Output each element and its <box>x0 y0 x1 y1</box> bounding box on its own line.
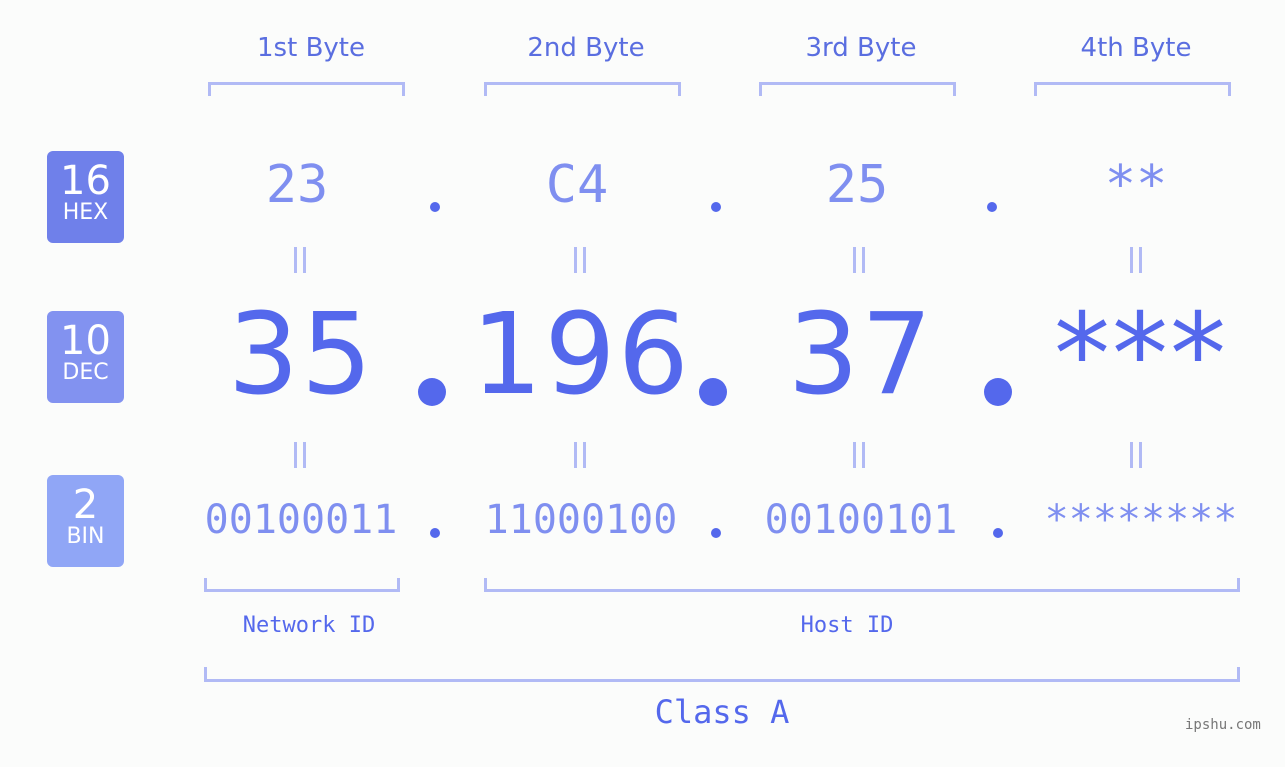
byte-bracket-1 <box>208 82 405 96</box>
equals-hex-dec-4 <box>1106 246 1166 281</box>
hex-badge: 16 HEX <box>47 151 124 243</box>
host-id-bracket <box>484 578 1240 592</box>
byte-header-3: 3rd Byte <box>805 33 917 63</box>
bin-byte-1: 00100011 <box>204 497 398 543</box>
dec-dot-3 <box>984 378 1012 406</box>
equals-dec-bin-1 <box>270 441 330 476</box>
dec-dot-2 <box>699 378 727 406</box>
equals-dec-bin-4 <box>1106 441 1166 476</box>
dec-byte-3: 37 <box>787 290 935 420</box>
bin-badge: 2 BIN <box>47 475 124 567</box>
watermark: ipshu.com <box>1185 717 1261 733</box>
bin-dot-2 <box>711 528 721 538</box>
class-bracket <box>204 667 1240 682</box>
hex-byte-4: ** <box>1104 155 1168 215</box>
hex-dot-3 <box>987 202 997 212</box>
bin-byte-2: 11000100 <box>484 497 678 543</box>
dec-badge-unit: DEC <box>62 360 109 385</box>
dec-byte-1: 35 <box>227 290 375 420</box>
dec-byte-4: *** <box>1054 290 1228 420</box>
host-id-label: Host ID <box>800 613 894 638</box>
hex-dot-2 <box>711 202 721 212</box>
network-id-bracket <box>204 578 400 592</box>
hex-badge-unit: HEX <box>62 200 109 225</box>
equals-hex-dec-2 <box>550 246 610 281</box>
bin-badge-unit: BIN <box>66 524 105 549</box>
byte-bracket-3 <box>759 82 956 96</box>
class-label: Class A <box>654 693 790 731</box>
bin-dot-1 <box>430 528 440 538</box>
hex-byte-3: 25 <box>825 155 889 215</box>
byte-header-2: 2nd Byte <box>527 33 645 63</box>
dec-badge: 10 DEC <box>47 311 124 403</box>
byte-bracket-2 <box>484 82 681 96</box>
hex-byte-1: 23 <box>265 155 329 215</box>
bin-byte-4: ******** <box>1044 497 1238 543</box>
bin-badge-number: 2 <box>72 482 99 528</box>
hex-dot-1 <box>430 202 440 212</box>
dec-byte-2: 196 <box>471 290 691 420</box>
byte-header-1: 1st Byte <box>257 33 365 63</box>
equals-dec-bin-3 <box>829 441 889 476</box>
equals-hex-dec-1 <box>270 246 330 281</box>
bin-byte-3: 00100101 <box>764 497 958 543</box>
bin-dot-3 <box>993 528 1003 538</box>
byte-bracket-4 <box>1034 82 1231 96</box>
dec-badge-number: 10 <box>60 318 111 364</box>
dec-dot-1 <box>418 378 446 406</box>
equals-hex-dec-3 <box>829 246 889 281</box>
equals-dec-bin-2 <box>550 441 610 476</box>
hex-byte-2: C4 <box>545 155 609 215</box>
network-id-label: Network ID <box>242 613 376 638</box>
byte-header-4: 4th Byte <box>1080 33 1192 63</box>
hex-badge-number: 16 <box>60 158 111 204</box>
